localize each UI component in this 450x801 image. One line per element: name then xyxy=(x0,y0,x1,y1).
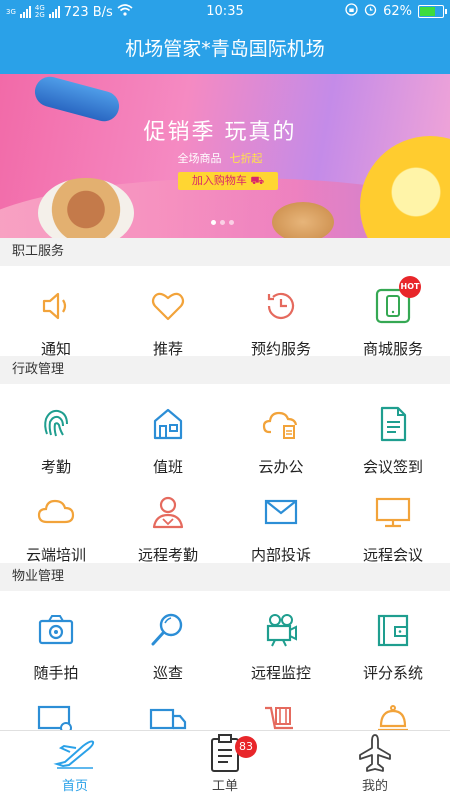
tab-work-order[interactable]: 83 工单 xyxy=(150,731,300,801)
grid-item-inspection[interactable]: 巡查 xyxy=(112,608,224,683)
bottom-tab-bar: 首页 83 工单 我的 xyxy=(0,730,450,800)
house-icon xyxy=(146,402,190,446)
document-icon xyxy=(371,402,415,446)
tab-home[interactable]: 首页 xyxy=(0,731,150,801)
banner-subtext: 全场商品 七折起 xyxy=(177,152,263,165)
grid-item-notification[interactable]: 通知 xyxy=(0,284,112,359)
work-order-count-badge: 83 xyxy=(235,736,257,758)
lock-rotation-icon xyxy=(345,3,358,20)
cloud-icon xyxy=(34,490,78,534)
grid-item-remote-meeting[interactable]: 远程会议 xyxy=(337,490,449,565)
mail-icon xyxy=(259,490,303,534)
grid-item-rating-system[interactable]: 评分系统 xyxy=(337,608,449,683)
grid-item-meeting-checkin[interactable]: 会议签到 xyxy=(337,402,449,477)
battery-icon xyxy=(418,5,447,18)
hot-badge: HOT xyxy=(399,276,421,298)
grid-item-duty[interactable]: 值班 xyxy=(112,402,224,477)
grid-item-attendance[interactable]: 考勤 xyxy=(0,402,112,477)
page-title: 机场管家*青岛国际机场 xyxy=(0,24,450,74)
banner-slogan: 促销季 玩真的 xyxy=(143,120,297,145)
battery-level xyxy=(420,7,435,16)
grid-item-snapshot[interactable]: 随手拍 xyxy=(0,608,112,683)
alarm-icon xyxy=(364,3,377,20)
banner-pagination xyxy=(211,220,234,225)
clock-history-icon xyxy=(259,284,303,328)
phone-icon: HOT xyxy=(371,276,421,328)
status-bar: 3G 4G 2G 723 B/s 10:35 62% xyxy=(0,0,450,24)
grid-item-internal-complaint[interactable]: 内部投诉 xyxy=(225,490,337,565)
grid-item-shopping[interactable] xyxy=(225,700,337,730)
cart-icon xyxy=(259,700,303,730)
video-camera-icon xyxy=(259,608,303,652)
monitor-gear-icon xyxy=(34,700,78,730)
grid-item-cloud-training[interactable]: 云端培训 xyxy=(0,490,112,565)
grid-item-cloud-office[interactable]: 云办公 xyxy=(225,402,337,477)
add-to-cart-button[interactable]: 加入购物车 ⛟ xyxy=(178,172,278,190)
grid-item-delivery[interactable] xyxy=(112,700,224,730)
grid-item-booking[interactable]: 预约服务 xyxy=(225,284,337,359)
section-title-staff-services: 职工服务 xyxy=(0,238,450,266)
user-icon xyxy=(146,490,190,534)
grid-item-device-settings[interactable] xyxy=(0,700,112,730)
banner-dot[interactable] xyxy=(229,220,234,225)
magnifier-icon xyxy=(146,608,190,652)
monitor-icon xyxy=(371,490,415,534)
truck-icon xyxy=(146,700,190,730)
promo-banner[interactable]: 促销季 玩真的 全场商品 七折起 加入购物车 ⛟ xyxy=(0,74,450,238)
grid-item-service-bell[interactable] xyxy=(337,700,449,730)
banner-macaron-image xyxy=(272,202,334,238)
grid-item-mall[interactable]: HOT 商城服务 xyxy=(337,276,449,359)
camera-icon xyxy=(34,608,78,652)
fingerprint-icon xyxy=(34,402,78,446)
cart-icon: ⛟ xyxy=(250,174,265,187)
clipboard-icon: 83 xyxy=(150,731,300,775)
grid-item-remote-attendance[interactable]: 远程考勤 xyxy=(112,490,224,565)
section-title-administration: 行政管理 xyxy=(0,356,450,384)
tab-profile[interactable]: 我的 xyxy=(300,731,450,801)
speaker-icon xyxy=(34,284,78,328)
bell-icon xyxy=(371,700,415,730)
plane-outline-icon xyxy=(300,731,450,775)
grid-item-remote-monitor[interactable]: 远程监控 xyxy=(225,608,337,683)
cloud-doc-icon xyxy=(259,402,303,446)
banner-dot[interactable] xyxy=(211,220,216,225)
plane-icon xyxy=(0,731,150,775)
banner-orange-image xyxy=(360,136,450,238)
banner-dot[interactable] xyxy=(220,220,225,225)
battery-percent: 62% xyxy=(383,4,412,19)
section-title-property: 物业管理 xyxy=(0,563,450,591)
wallet-icon xyxy=(371,608,415,652)
heart-icon xyxy=(146,284,190,328)
banner-discount: 七折起 xyxy=(229,152,263,165)
grid-item-recommend[interactable]: 推荐 xyxy=(112,284,224,359)
banner-plane-image xyxy=(31,74,123,125)
